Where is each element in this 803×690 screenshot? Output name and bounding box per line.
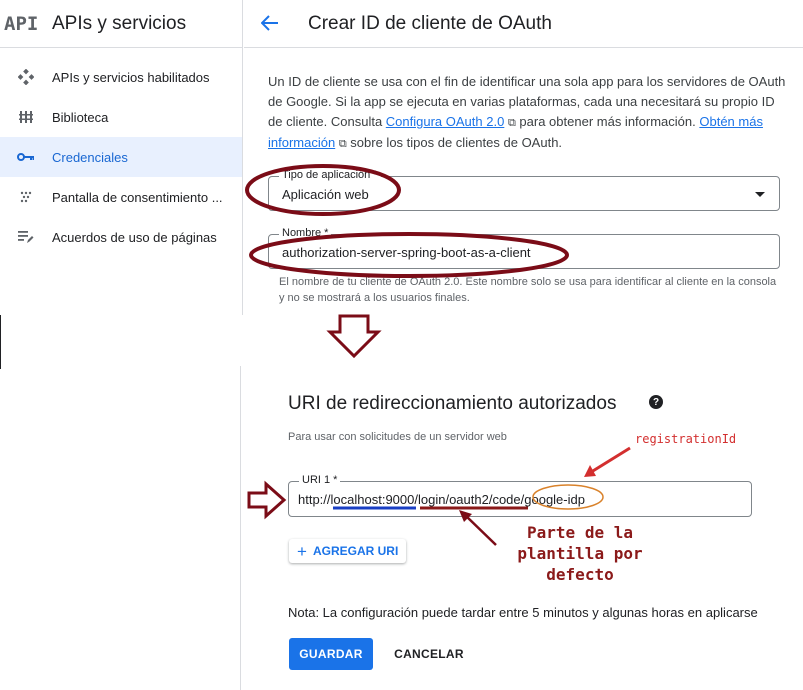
dropdown-arrow-icon [755, 192, 765, 197]
sidebar-item-label: Acuerdos de uso de páginas [52, 229, 217, 245]
redirect-uris-title: URI de redireccionamiento autorizados [288, 393, 617, 414]
annotation-down-arrow [326, 314, 382, 359]
enabled-apis-icon [0, 69, 52, 85]
annotation-registration-id: registrationId [635, 432, 737, 446]
app-type-value: Aplicación web [282, 187, 369, 202]
back-arrow-icon[interactable] [244, 11, 308, 37]
sidebar-title: APIs y servicios [52, 12, 187, 34]
client-name-value: authorization-server-spring-boot-as-a-cl… [282, 245, 531, 260]
sidebar: API APIs y servicios APIs y servicios ha… [0, 0, 243, 315]
client-name-label: Nombre * [279, 227, 332, 239]
cancel-button[interactable]: CANCELAR [387, 638, 471, 670]
annotation-default-template: Parte de la plantilla por defecto [500, 522, 660, 585]
redirect-uri-label: URI 1 * [299, 474, 341, 486]
page-header: Crear ID de cliente de OAuth [244, 0, 803, 48]
agreements-icon [0, 230, 52, 244]
save-button[interactable]: GUARDAR [289, 638, 373, 670]
divider [0, 315, 1, 369]
external-link-icon: ⧉ [507, 117, 516, 129]
sidebar-item-label: Credenciales [52, 149, 128, 165]
sidebar-item-consent-screen[interactable]: Pantalla de consentimiento ... [0, 177, 242, 217]
add-uri-button[interactable]: + AGREGAR URI [289, 539, 407, 563]
annotation-line: defecto [546, 565, 614, 584]
add-uri-label: AGREGAR URI [312, 544, 399, 558]
sidebar-header: API APIs y servicios [0, 0, 242, 48]
uri-scheme: http:// [298, 492, 331, 507]
app-type-label: Tipo de aplicación * [279, 169, 381, 181]
oauth-form-top: Crear ID de cliente de OAuth Un ID de cl… [244, 0, 803, 315]
uri-path: /login/oauth2/code/ [414, 492, 525, 507]
intro-text-part: sobre los tipos de clientes de OAuth. [346, 135, 563, 150]
redirect-uri-field[interactable]: URI 1 * http://localhost:9000/login/oaut… [288, 474, 752, 517]
client-name-hint: El nombre de tu cliente de OAuth 2.0. Es… [279, 276, 777, 304]
intro-text-part: para obtener más información. [515, 114, 700, 129]
sidebar-item-library[interactable]: Biblioteca [0, 97, 242, 137]
uri-registration-id: google-idp [524, 492, 585, 507]
help-icon[interactable]: ? [649, 395, 663, 409]
intro-text: Un ID de cliente se usa con el fin de id… [268, 72, 788, 154]
configure-oauth-link[interactable]: Configura OAuth 2.0 [386, 114, 505, 129]
sidebar-item-label: APIs y servicios habilitados [52, 69, 210, 85]
sidebar-item-credentials[interactable]: Credenciales [0, 137, 242, 177]
annotation-line: plantilla por [517, 544, 643, 563]
sidebar-item-label: Biblioteca [52, 109, 109, 125]
client-name-field[interactable]: Nombre * authorization-server-spring-boo… [268, 227, 780, 269]
sidebar-nav: APIs y servicios habilitados Biblioteca … [0, 48, 242, 257]
redirect-uri-value: http://localhost:9000/login/oauth2/code/… [298, 492, 585, 507]
app-type-select[interactable]: Tipo de aplicación * Aplicación web [268, 169, 780, 211]
redirect-uris-subtitle: Para usar con solicitudes de un servidor… [288, 431, 507, 443]
api-logo: API [4, 12, 39, 35]
key-icon [0, 152, 52, 162]
sidebar-item-label: Pantalla de consentimiento ... [52, 189, 223, 205]
sidebar-item-page-agreements[interactable]: Acuerdos de uso de páginas [0, 217, 242, 257]
config-note: Nota: La configuración puede tardar entr… [288, 605, 758, 620]
uri-host: localhost:9000 [330, 492, 415, 507]
plus-icon: + [297, 541, 307, 561]
consent-screen-icon [0, 190, 52, 204]
sidebar-item-enabled-apis[interactable]: APIs y servicios habilitados [0, 57, 242, 97]
annotation-line: Parte de la [527, 523, 633, 542]
page-title: Crear ID de cliente de OAuth [308, 12, 552, 34]
library-icon [0, 110, 52, 124]
external-link-icon: ⧉ [338, 138, 347, 150]
